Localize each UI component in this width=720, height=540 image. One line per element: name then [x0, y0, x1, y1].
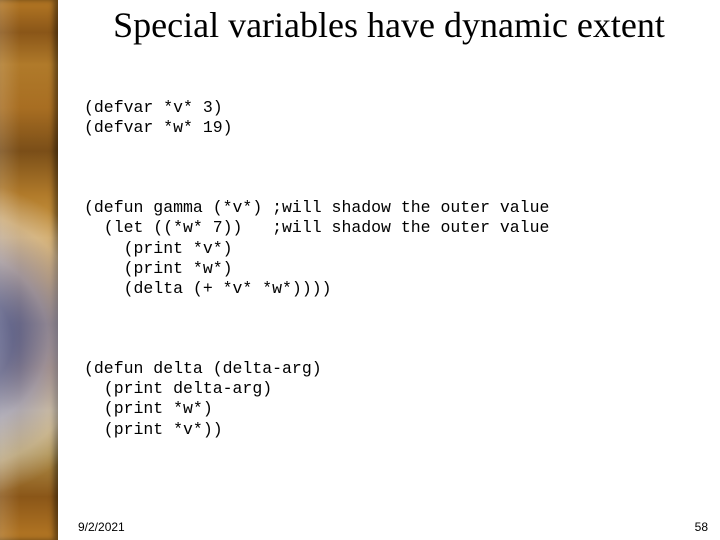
slide-footer: 9/2/2021 58 — [0, 514, 720, 534]
code-area: (defvar *v* 3) (defvar *w* 19) (defun ga… — [58, 50, 720, 500]
code-block-delta: (defun delta (delta-arg) (print delta-ar… — [84, 359, 720, 440]
footer-page-number: 58 — [695, 520, 708, 534]
slide-title: Special variables have dynamic extent — [58, 0, 720, 50]
footer-date: 9/2/2021 — [78, 520, 125, 534]
code-block-defvars: (defvar *v* 3) (defvar *w* 19) — [84, 98, 720, 138]
code-block-gamma: (defun gamma (*v*) ;will shadow the oute… — [84, 198, 720, 299]
decorative-sidebar — [0, 0, 58, 540]
slide-content: Special variables have dynamic extent (d… — [58, 0, 720, 540]
